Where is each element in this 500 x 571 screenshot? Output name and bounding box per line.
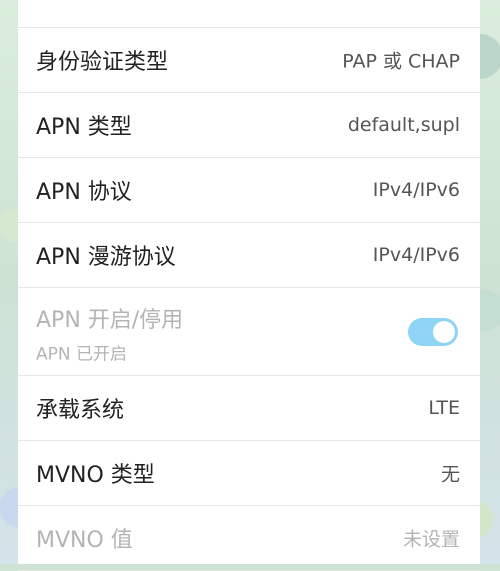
setting-row-bearer[interactable]: 承载系统 LTE: [18, 376, 480, 441]
setting-row-apn-protocol[interactable]: APN 协议 IPv4/IPv6: [18, 158, 480, 223]
setting-label: 承载系统: [36, 398, 125, 423]
setting-value: 未设置: [402, 528, 460, 551]
setting-value: PAP 或 CHAP: [342, 50, 460, 73]
list-top-edge: [18, 0, 480, 28]
setting-label: APN 协议: [36, 180, 132, 205]
setting-value: default,supl: [347, 114, 460, 136]
setting-value: LTE: [428, 397, 460, 419]
setting-row-apn-roaming-protocol[interactable]: APN 漫游协议 IPv4/IPv6: [18, 223, 480, 288]
setting-row-apn-enable: APN 开启/停用 APN 已开启: [18, 288, 480, 376]
apn-enable-toggle[interactable]: [408, 317, 458, 346]
setting-label: MVNO 值: [36, 528, 133, 553]
setting-value: 无: [440, 463, 460, 486]
apn-enable-label: APN 开启/停用: [36, 308, 184, 333]
setting-label: MVNO 类型: [36, 463, 155, 488]
setting-row-mvno-value: MVNO 值 未设置: [18, 506, 480, 571]
apn-settings-list: 身份验证类型 PAP 或 CHAP APN 类型 default,supl AP…: [18, 0, 480, 571]
setting-row-apn-type[interactable]: APN 类型 default,supl: [18, 93, 480, 158]
apn-enable-status: APN 已开启: [36, 344, 128, 365]
setting-value: IPv4/IPv6: [372, 179, 460, 201]
setting-label: 身份验证类型: [36, 50, 169, 75]
setting-label: APN 类型: [36, 115, 132, 140]
setting-row-auth-type[interactable]: 身份验证类型 PAP 或 CHAP: [18, 28, 480, 93]
setting-value: IPv4/IPv6: [372, 244, 460, 266]
toggle-knob: [433, 320, 455, 343]
setting-row-mvno-type[interactable]: MVNO 类型 无: [18, 441, 480, 506]
setting-label: APN 漫游协议: [36, 245, 176, 270]
